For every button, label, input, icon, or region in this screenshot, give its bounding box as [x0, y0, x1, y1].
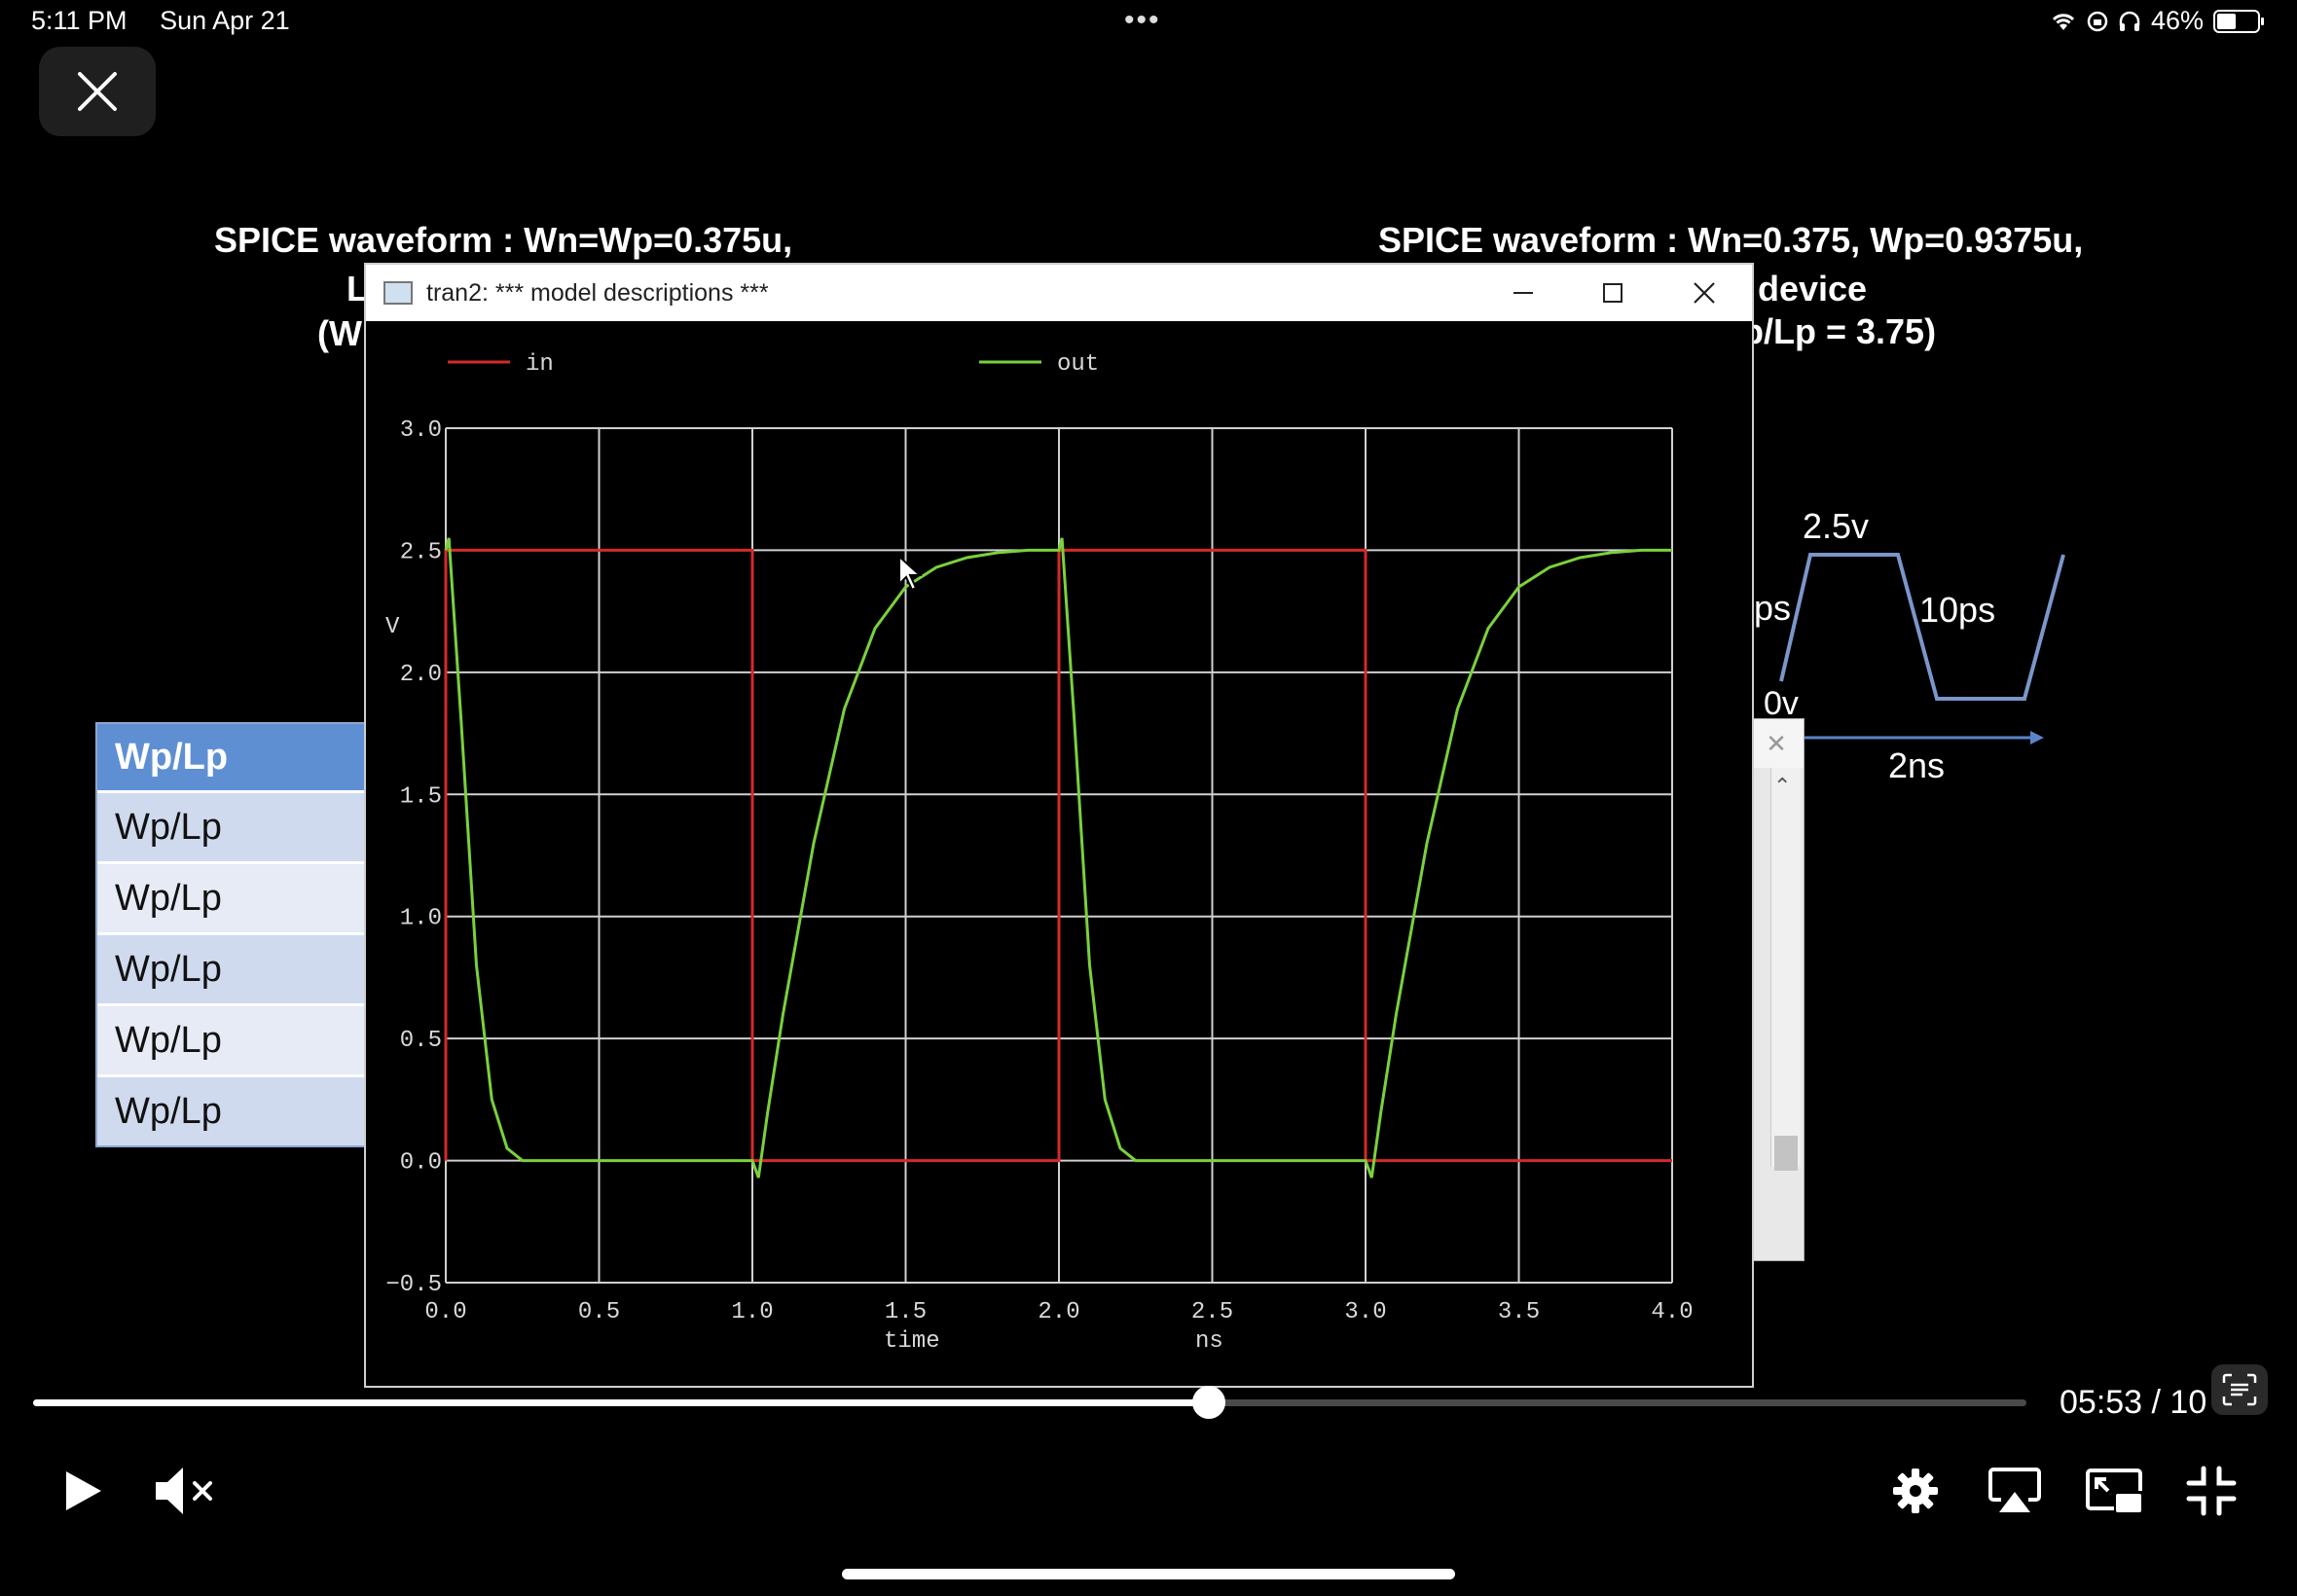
slide-left-line3: (W: [317, 313, 362, 353]
window-close-button[interactable]: [1660, 265, 1748, 321]
x-tick-label: 0.0: [424, 1299, 466, 1325]
playback-time: 05:53 / 10: [2060, 1384, 2207, 1421]
seek-bar-handle[interactable]: [1192, 1386, 1226, 1419]
airplay-icon: [1988, 1468, 2041, 1512]
slide-right-line2: device: [1758, 269, 1868, 308]
battery-icon: [2213, 9, 2264, 33]
battery-percentage: 46%: [2150, 6, 2204, 35]
y-tick-label: 0.5: [400, 1028, 442, 1054]
gear-icon: [1893, 1469, 1938, 1513]
table-row: Wp/Lp: [97, 724, 366, 790]
wave-fall-label: 10ps: [1919, 590, 1996, 630]
screen-lock-icon: [2087, 11, 2108, 31]
speaker-muted-icon: [156, 1468, 212, 1514]
x-tick-label: 4.0: [1651, 1299, 1693, 1325]
table-row: Wp/Lp: [97, 1074, 366, 1145]
wp-lp-table: Wp/Lp Wp/Lp Wp/Lp Wp/Lp Wp/Lp Wp/Lp: [95, 722, 368, 1147]
x-axis-unit: ns: [1195, 1328, 1223, 1355]
maximize-button[interactable]: [1569, 265, 1657, 321]
mouse-cursor-icon: [898, 555, 923, 592]
window-title: tran2: *** model descriptions ***: [426, 278, 769, 307]
scroll-up-icon[interactable]: ⌃: [1773, 774, 1791, 799]
picture-in-picture-button[interactable]: [2083, 1464, 2145, 1518]
legend-label-out: out: [1057, 351, 1099, 378]
y-axis-label: V: [385, 614, 400, 640]
series-line-in: [444, 548, 1672, 1163]
table-row: Wp/Lp: [97, 861, 366, 932]
y-tick-label: 0.0: [400, 1150, 442, 1177]
window-app-icon: [383, 281, 413, 305]
multitasking-dots-icon[interactable]: •••: [1124, 4, 1161, 37]
play-icon: [66, 1471, 101, 1510]
minimize-button[interactable]: [1479, 265, 1567, 321]
slide-right-line3: p/Lp = 3.75): [1742, 311, 1937, 351]
home-indicator[interactable]: [842, 1569, 1455, 1579]
status-time: 5:11 PM: [31, 6, 128, 35]
dialog-scrollbar[interactable]: ⌃: [1770, 768, 1801, 1171]
x-axis-label: time: [884, 1328, 940, 1355]
waveform-chart: V in out 0.0 0.5 1.0 1.5 2.0 2.5 3.0 3.5 4.0 3.0 2.…: [385, 351, 1694, 1355]
x-tick-label: 2.0: [1038, 1299, 1079, 1325]
y-tick-label: −0.5: [385, 1272, 442, 1298]
close-video-button[interactable]: [39, 47, 156, 136]
waveform-window: tran2: *** model descriptions *** V in ou…: [364, 263, 1754, 1388]
exit-fullscreen-icon: [2186, 1466, 2237, 1516]
x-tick-label: 2.5: [1191, 1299, 1233, 1325]
y-tick-label: 1.5: [400, 783, 442, 810]
settings-button[interactable]: [1888, 1464, 1943, 1518]
y-tick-label: 3.0: [400, 417, 442, 444]
status-date: Sun Apr 21: [160, 6, 290, 35]
x-tick-label: 1.5: [885, 1299, 927, 1325]
x-tick-label: 3.5: [1498, 1299, 1540, 1325]
chart-ticks: 0.0 0.5 1.0 1.5 2.0 2.5 3.0 3.5 4.0 3.0 2.5 2.0 1.5 1…: [385, 417, 1693, 1325]
live-text-button[interactable]: [2211, 1364, 2268, 1415]
mute-button[interactable]: [150, 1460, 220, 1522]
chart-legend: in out: [448, 351, 1099, 378]
chart-series: [444, 537, 1672, 1179]
y-tick-label: 1.0: [400, 906, 442, 932]
x-tick-label: 3.0: [1344, 1299, 1386, 1325]
y-tick-label: 2.5: [400, 539, 442, 565]
slide-right-heading: SPICE waveform : Wn=0.375, Wp=0.9375u,: [1378, 220, 2084, 260]
play-button[interactable]: [53, 1462, 111, 1520]
headphones-icon: [2119, 11, 2140, 31]
exit-fullscreen-button[interactable]: [2184, 1464, 2239, 1518]
minimize-icon: [1513, 292, 1533, 294]
y-tick-label: 2.0: [400, 662, 442, 688]
legend-label-in: in: [526, 351, 554, 378]
background-dialog-fragment: ✕ ⌃: [1748, 718, 1805, 1261]
airplay-button[interactable]: [1986, 1464, 2044, 1518]
x-tick-label: 1.0: [731, 1299, 773, 1325]
maximize-icon: [1603, 283, 1622, 303]
status-bar-right: 46%: [2050, 6, 2264, 36]
table-row: Wp/Lp: [97, 790, 366, 861]
wave-period-label: 2ns: [1888, 745, 1946, 785]
table-row: Wp/Lp: [97, 1003, 366, 1074]
slide-left-heading: SPICE waveform : Wn=Wp=0.375u,: [214, 220, 793, 260]
live-text-icon: [2222, 1373, 2257, 1406]
picture-in-picture-icon: [2086, 1469, 2142, 1512]
table-row: Wp/Lp: [97, 932, 366, 1003]
seek-bar-played: [33, 1399, 1210, 1406]
dialog-close-icon[interactable]: ✕: [1749, 719, 1804, 768]
wifi-icon: [2052, 13, 2075, 30]
scrollbar-thumb[interactable]: [1774, 1136, 1798, 1171]
close-icon: [78, 72, 117, 111]
x-tick-label: 0.5: [578, 1299, 620, 1325]
wave-high-label: 2.5v: [1803, 506, 1870, 546]
close-icon: [1694, 282, 1715, 304]
status-bar-left: 5:11 PM Sun Apr 21: [31, 6, 315, 36]
